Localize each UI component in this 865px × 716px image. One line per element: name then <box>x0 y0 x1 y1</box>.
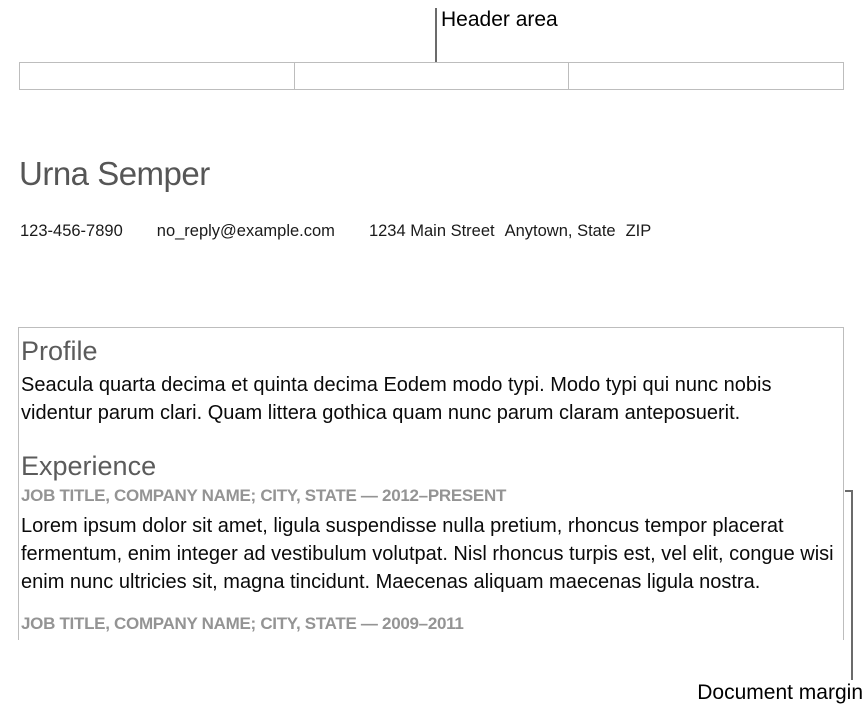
callout-line-header <box>435 8 437 62</box>
header-column-left[interactable] <box>19 62 295 90</box>
contact-email: no_reply@example.com <box>157 222 335 241</box>
job-description: Lorem ipsum dolor sit amet, ligula suspe… <box>21 512 837 596</box>
person-name[interactable]: Urna Semper <box>19 155 210 193</box>
profile-text: Seacula quarta decima et quinta decima E… <box>21 371 837 427</box>
contact-info[interactable]: 123-456-7890 no_reply@example.com 1234 M… <box>20 222 651 241</box>
job-title-line: JOB TITLE, COMPANY NAME; CITY, STATE — 2… <box>21 614 837 634</box>
experience-heading: Experience <box>21 451 837 482</box>
header-column-right[interactable] <box>569 62 844 90</box>
header-column-center[interactable] <box>295 62 570 90</box>
contact-address: 1234 Main Street Anytown, State ZIP <box>369 222 651 241</box>
contact-phone: 123-456-7890 <box>20 222 123 241</box>
header-area[interactable] <box>19 62 844 90</box>
contact-zip: ZIP <box>626 222 652 241</box>
profile-heading: Profile <box>21 336 837 367</box>
callout-line-margin <box>851 490 853 680</box>
contact-citystate: Anytown, State <box>505 222 616 241</box>
contact-street: 1234 Main Street <box>369 222 495 241</box>
callout-label-margin: Document margin <box>697 681 863 705</box>
job-title-line: JOB TITLE, COMPANY NAME; CITY, STATE — 2… <box>21 486 837 506</box>
document-body[interactable]: Profile Seacula quarta decima et quinta … <box>18 327 844 640</box>
callout-label-header: Header area <box>441 8 558 32</box>
callout-tick-margin <box>845 490 853 492</box>
